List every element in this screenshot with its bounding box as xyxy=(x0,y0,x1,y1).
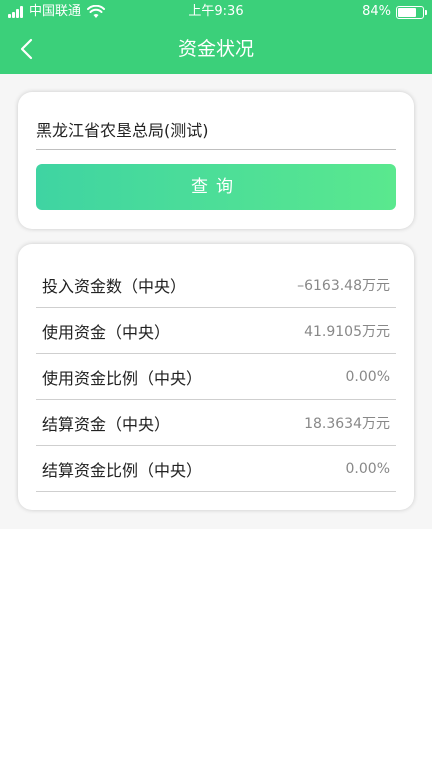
battery-percent: 84% xyxy=(362,4,391,19)
status-bar: 中国联通 上午9:36 84% xyxy=(0,0,432,24)
row-label: 结算资金比例（中央） xyxy=(42,460,203,480)
page-title: 资金状况 xyxy=(177,38,254,60)
org-selector[interactable]: 黑龙江省农垦总局(测试) xyxy=(36,114,396,150)
query-button[interactable]: 查询 xyxy=(36,164,396,210)
row-label: 结算资金（中央） xyxy=(42,414,171,434)
fund-row-settled-ratio: 结算资金比例（中央） 0.00% xyxy=(36,446,396,492)
row-value: 0.00% xyxy=(345,460,390,477)
row-value: 18.3634万元 xyxy=(304,415,390,432)
row-label: 使用资金（中央） xyxy=(42,322,171,342)
app-header: 中国联通 上午9:36 84% 资金状况 xyxy=(0,0,432,74)
nav-bar: 资金状况 xyxy=(0,24,432,74)
search-card: 黑龙江省农垦总局(测试) 查询 xyxy=(18,92,414,229)
row-value: –6163.48万元 xyxy=(297,277,390,294)
fund-row-used-ratio: 使用资金比例（中央） 0.00% xyxy=(36,354,396,400)
fund-row-invested: 投入资金数（中央） –6163.48万元 xyxy=(36,262,396,308)
row-label: 使用资金比例（中央） xyxy=(42,368,203,388)
fund-row-used: 使用资金（中央） 41.9105万元 xyxy=(36,308,396,354)
content-area: 黑龙江省农垦总局(测试) 查询 投入资金数（中央） –6163.48万元 使用资… xyxy=(0,74,432,529)
row-value: 41.9105万元 xyxy=(304,323,390,340)
battery-icon xyxy=(396,5,427,19)
funds-card: 投入资金数（中央） –6163.48万元 使用资金（中央） 41.9105万元 … xyxy=(18,244,414,510)
row-label: 投入资金数（中央） xyxy=(42,276,187,296)
funds-list: 投入资金数（中央） –6163.48万元 使用资金（中央） 41.9105万元 … xyxy=(36,262,396,492)
row-value: 0.00% xyxy=(345,368,390,385)
fund-row-settled: 结算资金（中央） 18.3634万元 xyxy=(36,400,396,446)
